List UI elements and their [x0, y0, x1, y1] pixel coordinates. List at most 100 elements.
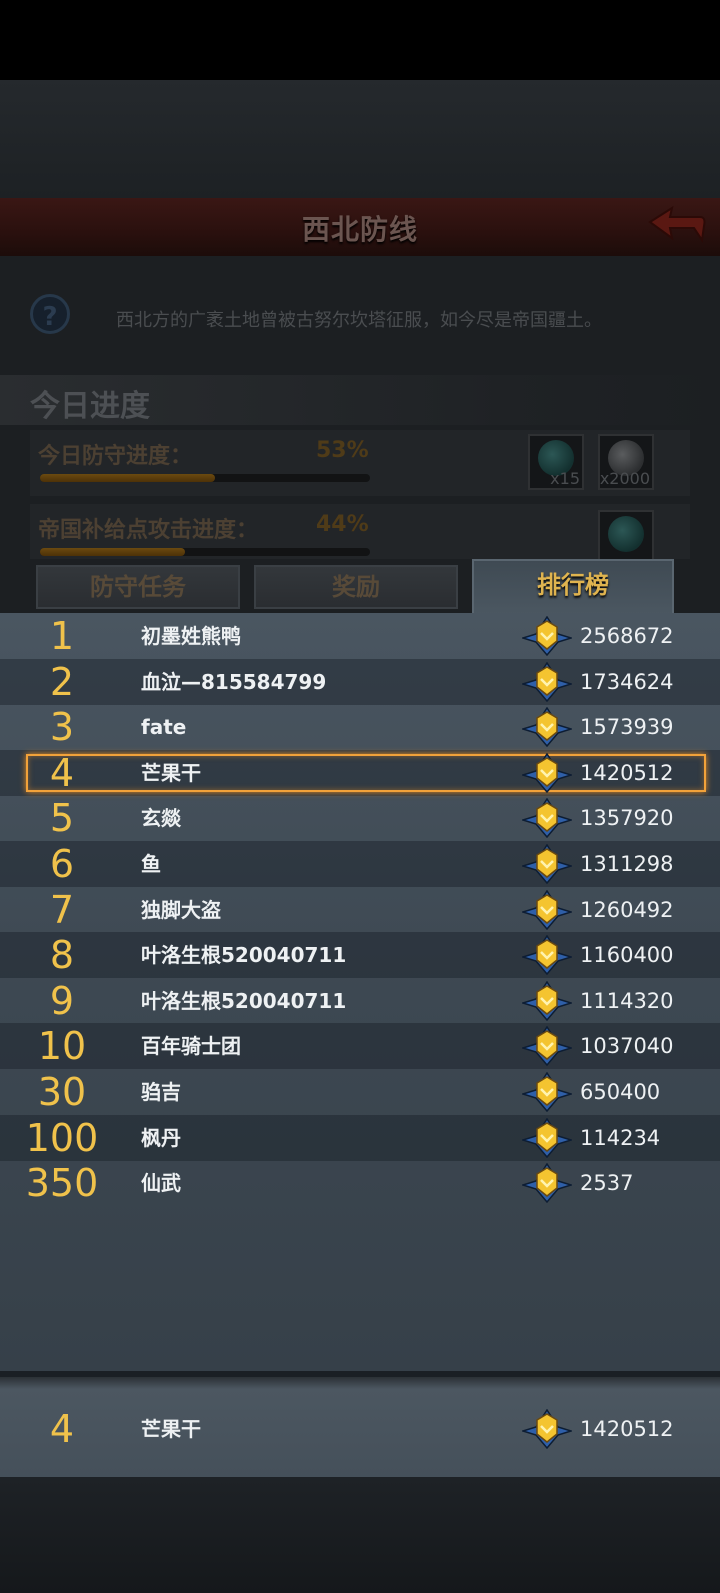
- my-rank-row: 4 芒果干 1420512: [0, 1371, 720, 1477]
- progress-bar: [40, 548, 370, 556]
- progress-row-attack: 帝国补给点攻击进度： 44%: [30, 504, 690, 559]
- rank-number: 6: [49, 842, 75, 886]
- player-name: 枫丹: [141, 1125, 181, 1150]
- player-name: 芒果干: [141, 760, 201, 785]
- player-score: 114234: [580, 1125, 661, 1150]
- leaderboard-row[interactable]: 10 百年骑士团 1037040: [0, 1023, 720, 1070]
- player-name: fate: [141, 715, 187, 740]
- rank-number: 4: [49, 750, 75, 795]
- player-score: 1037040: [580, 1034, 674, 1059]
- player-name: 仙武: [141, 1171, 181, 1196]
- rank-number: 7: [49, 887, 75, 932]
- leaderboard-row[interactable]: 5 玄燚 1357920: [0, 795, 720, 841]
- leaderboard-row[interactable]: 6 鱼 1311298: [0, 841, 720, 887]
- leaderboard-row[interactable]: 8 叶洛生根520040711 1160400: [0, 932, 720, 979]
- player-score: 1260492: [580, 897, 674, 922]
- reward-slot[interactable]: x2000: [598, 434, 654, 490]
- progress-section-header: 今日进度: [0, 375, 720, 425]
- background-top: [0, 80, 720, 198]
- rank-number: 3: [49, 705, 75, 750]
- tab-bar: 防守任务 奖励 排行榜: [30, 559, 690, 616]
- player-name: 血泣—815584799: [141, 669, 327, 694]
- player-name: 驺吉: [141, 1080, 181, 1104]
- leaderboard-row[interactable]: 30 驺吉 650400: [0, 1069, 720, 1115]
- back-arrow-icon[interactable]: [646, 206, 706, 246]
- rank-number: 2: [49, 659, 75, 704]
- rank-number: 1: [49, 614, 75, 658]
- rank-badge-icon: [522, 889, 572, 930]
- background-bottom: [0, 1477, 720, 1593]
- rank-badge-icon: [522, 1163, 572, 1204]
- player-name: 叶洛生根520040711: [141, 943, 347, 968]
- leaderboard-row[interactable]: 9 叶洛生根520040711 1114320: [0, 978, 720, 1024]
- player-score: 2537: [580, 1171, 634, 1196]
- player-name: 鱼: [141, 852, 161, 876]
- progress-row-defense: 今日防守进度： 53% x15 x2000: [30, 430, 690, 496]
- player-score: 1420512: [580, 760, 674, 785]
- gem-icon: [608, 516, 644, 552]
- leaderboard-row[interactable]: 350 仙武 2537: [0, 1160, 720, 1206]
- player-name: 独脚大盗: [141, 897, 221, 922]
- leaderboard-row[interactable]: 7 独脚大盗 1260492: [0, 887, 720, 933]
- rank-badge-icon: [522, 980, 572, 1021]
- rank-number: 5: [49, 796, 75, 841]
- leaderboard-row[interactable]: 1 初墨姓熊鸭 2568672: [0, 613, 720, 659]
- player-name: 百年骑士团: [141, 1034, 241, 1059]
- progress-bar-fill: [40, 474, 215, 482]
- progress-label: 帝国补给点攻击进度：: [38, 518, 259, 543]
- my-name: 芒果干: [141, 1417, 201, 1441]
- rank-badge-icon: [522, 752, 572, 793]
- header-bar: 西北防线: [0, 198, 720, 258]
- leaderboard-panel: 1 初墨姓熊鸭 2568672 2 血泣—815584799 1734624 3 fate 15…: [0, 613, 720, 1371]
- progress-percent: 53%: [316, 438, 369, 463]
- reward-slot[interactable]: [598, 510, 654, 559]
- player-name: 玄燚: [141, 806, 181, 831]
- player-name: 初墨姓熊鸭: [141, 624, 241, 648]
- leaderboard-row[interactable]: 2 血泣—815584799 1734624: [0, 658, 720, 705]
- rank-number: 350: [25, 1161, 99, 1206]
- rank-number: 30: [37, 1070, 87, 1114]
- rank-badge-icon: [522, 844, 572, 884]
- rank-badge-icon: [522, 616, 572, 656]
- rank-badge-icon: [522, 661, 572, 702]
- tab-defense-tasks[interactable]: 防守任务: [36, 565, 240, 609]
- progress-label: 今日防守进度：: [38, 444, 193, 469]
- leaderboard-row[interactable]: 100 枫丹 114234: [0, 1114, 720, 1161]
- my-score: 1420512: [580, 1417, 674, 1441]
- player-score: 2568672: [580, 624, 674, 648]
- leaderboard-row[interactable]: 4 芒果干 1420512: [0, 749, 720, 796]
- player-score: 1573939: [580, 715, 674, 740]
- rank-number: 9: [49, 978, 75, 1023]
- leaderboard-row[interactable]: 3 fate 1573939: [0, 704, 720, 750]
- progress-section-title: 今日进度: [30, 389, 150, 424]
- rank-badge-icon: [522, 707, 572, 748]
- help-icon[interactable]: ?: [30, 294, 70, 334]
- rank-badge-icon: [522, 1026, 572, 1067]
- progress-bar: [40, 474, 370, 482]
- tab-rewards[interactable]: 奖励: [254, 565, 458, 609]
- page-title: 西北防线: [301, 213, 418, 246]
- rank-badge-icon: [522, 1409, 572, 1449]
- player-score: 1114320: [580, 988, 674, 1013]
- progress-bar-fill: [40, 548, 186, 556]
- rank-number: 100: [25, 1115, 99, 1160]
- player-score: 1160400: [580, 943, 674, 968]
- rank-badge-icon: [522, 1072, 572, 1112]
- player-score: 650400: [580, 1080, 661, 1104]
- rank-badge-icon: [522, 1117, 572, 1158]
- player-score: 1311298: [580, 852, 674, 876]
- tab-leaderboard[interactable]: 排行榜: [472, 559, 674, 616]
- reward-quantity: x15: [550, 469, 580, 488]
- progress-percent: 44%: [316, 512, 369, 537]
- status-bar: [0, 0, 720, 80]
- stage-description: 西北方的广袤土地曾被古努尔坎塔征服，如今尽是帝国疆土。: [116, 310, 602, 331]
- rank-number: 10: [37, 1024, 87, 1069]
- my-rank: 4: [49, 1407, 75, 1451]
- player-name: 叶洛生根520040711: [141, 988, 347, 1013]
- player-score: 1357920: [580, 806, 674, 831]
- reward-quantity: x2000: [599, 469, 650, 488]
- reward-slot[interactable]: x15: [528, 434, 584, 490]
- rank-number: 8: [49, 933, 75, 978]
- player-score: 1734624: [580, 669, 674, 694]
- rank-badge-icon: [522, 798, 572, 839]
